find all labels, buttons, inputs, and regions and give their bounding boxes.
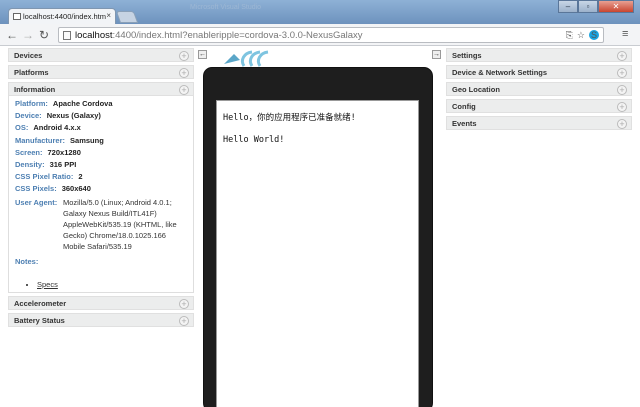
specs-link[interactable]: Specs: [37, 280, 58, 289]
left-panel: Devices + Platforms + Information + Platfor…: [8, 48, 194, 330]
expand-icon[interactable]: +: [617, 119, 627, 129]
menu-icon[interactable]: ≡: [622, 28, 628, 40]
expand-icon[interactable]: +: [617, 102, 627, 112]
window-titlebar: localhost:4400/index.htm × Microsoft Vis…: [0, 0, 640, 24]
ripple-logo-icon: [224, 50, 269, 67]
section-settings[interactable]: Settings +: [446, 48, 632, 62]
expand-icon[interactable]: +: [179, 316, 189, 326]
right-panel: Settings + Device & Network Settings + Geo…: [446, 48, 632, 133]
window-title: Microsoft Visual Studio: [190, 4, 262, 11]
info-os: OS: Android 4.x.x: [15, 123, 81, 133]
section-information[interactable]: Information +: [8, 82, 194, 96]
expand-icon[interactable]: +: [617, 85, 627, 95]
back-button[interactable]: ←: [6, 28, 18, 42]
reload-button[interactable]: ↻: [39, 28, 49, 42]
info-manufacturer: Manufacturer: Samsung: [15, 135, 104, 145]
forward-button[interactable]: →: [22, 28, 34, 42]
information-body: Platform: Apache Cordova Device: Nexus (Ga…: [8, 96, 194, 293]
section-devices[interactable]: Devices +: [8, 48, 194, 62]
info-device: Device: Nexus (Galaxy): [15, 111, 101, 121]
app-ready-message: Hello，你的应用程序已准备就绪!: [223, 113, 356, 123]
bookmark-star-icon[interactable]: ☆: [577, 30, 585, 41]
hello-world-text: Hello World!: [223, 135, 285, 145]
section-device-network[interactable]: Device & Network Settings +: [446, 65, 632, 79]
section-accelerometer[interactable]: Accelerometer +: [8, 296, 194, 310]
expand-icon[interactable]: +: [179, 299, 189, 309]
tab-close-icon[interactable]: ×: [106, 11, 111, 20]
skype-icon[interactable]: S: [589, 30, 599, 40]
address-bar[interactable]: localhost:4400/index.html?enableripple=c…: [58, 27, 604, 43]
page-icon: [63, 31, 71, 40]
expand-icon[interactable]: +: [179, 85, 189, 95]
info-screen: Screen: 720x1280: [15, 147, 81, 157]
window-controls: – ▫ ✕: [558, 0, 634, 13]
translate-icon[interactable]: ⎘: [566, 30, 573, 41]
expand-icon[interactable]: +: [617, 51, 627, 61]
expand-icon[interactable]: +: [179, 68, 189, 78]
page-favicon-icon: [13, 13, 21, 20]
collapse-left-arrow-icon[interactable]: ←: [198, 50, 207, 59]
info-platform: Platform: Apache Cordova: [15, 99, 113, 108]
section-config[interactable]: Config +: [446, 99, 632, 113]
device-screen[interactable]: Hello，你的应用程序已准备就绪! Hello World!: [216, 100, 419, 407]
url-path: :4400/index.html?enableripple=cordova-3.…: [112, 30, 363, 41]
info-css-pixels: CSS Pixels: 360x640: [15, 184, 91, 194]
minimize-button[interactable]: –: [558, 0, 578, 13]
tab-title: localhost:4400/index.htm: [23, 12, 106, 21]
expand-icon[interactable]: +: [617, 68, 627, 78]
info-pixel-ratio: CSS Pixel Ratio: 2: [15, 172, 83, 182]
info-notes: Notes: Specs: [15, 257, 187, 289]
expand-icon[interactable]: +: [179, 51, 189, 61]
section-platforms[interactable]: Platforms +: [8, 65, 194, 79]
section-battery-status[interactable]: Battery Status +: [8, 313, 194, 327]
url-host: localhost: [75, 30, 113, 41]
collapse-right-arrow-icon[interactable]: →: [432, 50, 441, 59]
device-frame: Hello，你的应用程序已准备就绪! Hello World!: [203, 67, 433, 407]
browser-toolbar: ← → ↻ localhost:4400/index.html?enableri…: [0, 24, 640, 46]
info-user-agent: User Agent: Mozilla/5.0 (Linux; Android 4…: [15, 197, 177, 252]
section-events[interactable]: Events +: [446, 116, 632, 130]
browser-tab[interactable]: localhost:4400/index.htm ×: [8, 8, 116, 24]
info-density: Density: 316 PPI: [15, 159, 77, 169]
address-bar-tools: ⎘ ☆ S: [562, 30, 599, 41]
close-window-button[interactable]: ✕: [598, 0, 634, 13]
new-tab-button[interactable]: [115, 11, 139, 23]
section-geo-location[interactable]: Geo Location +: [446, 82, 632, 96]
maximize-button[interactable]: ▫: [578, 0, 598, 13]
